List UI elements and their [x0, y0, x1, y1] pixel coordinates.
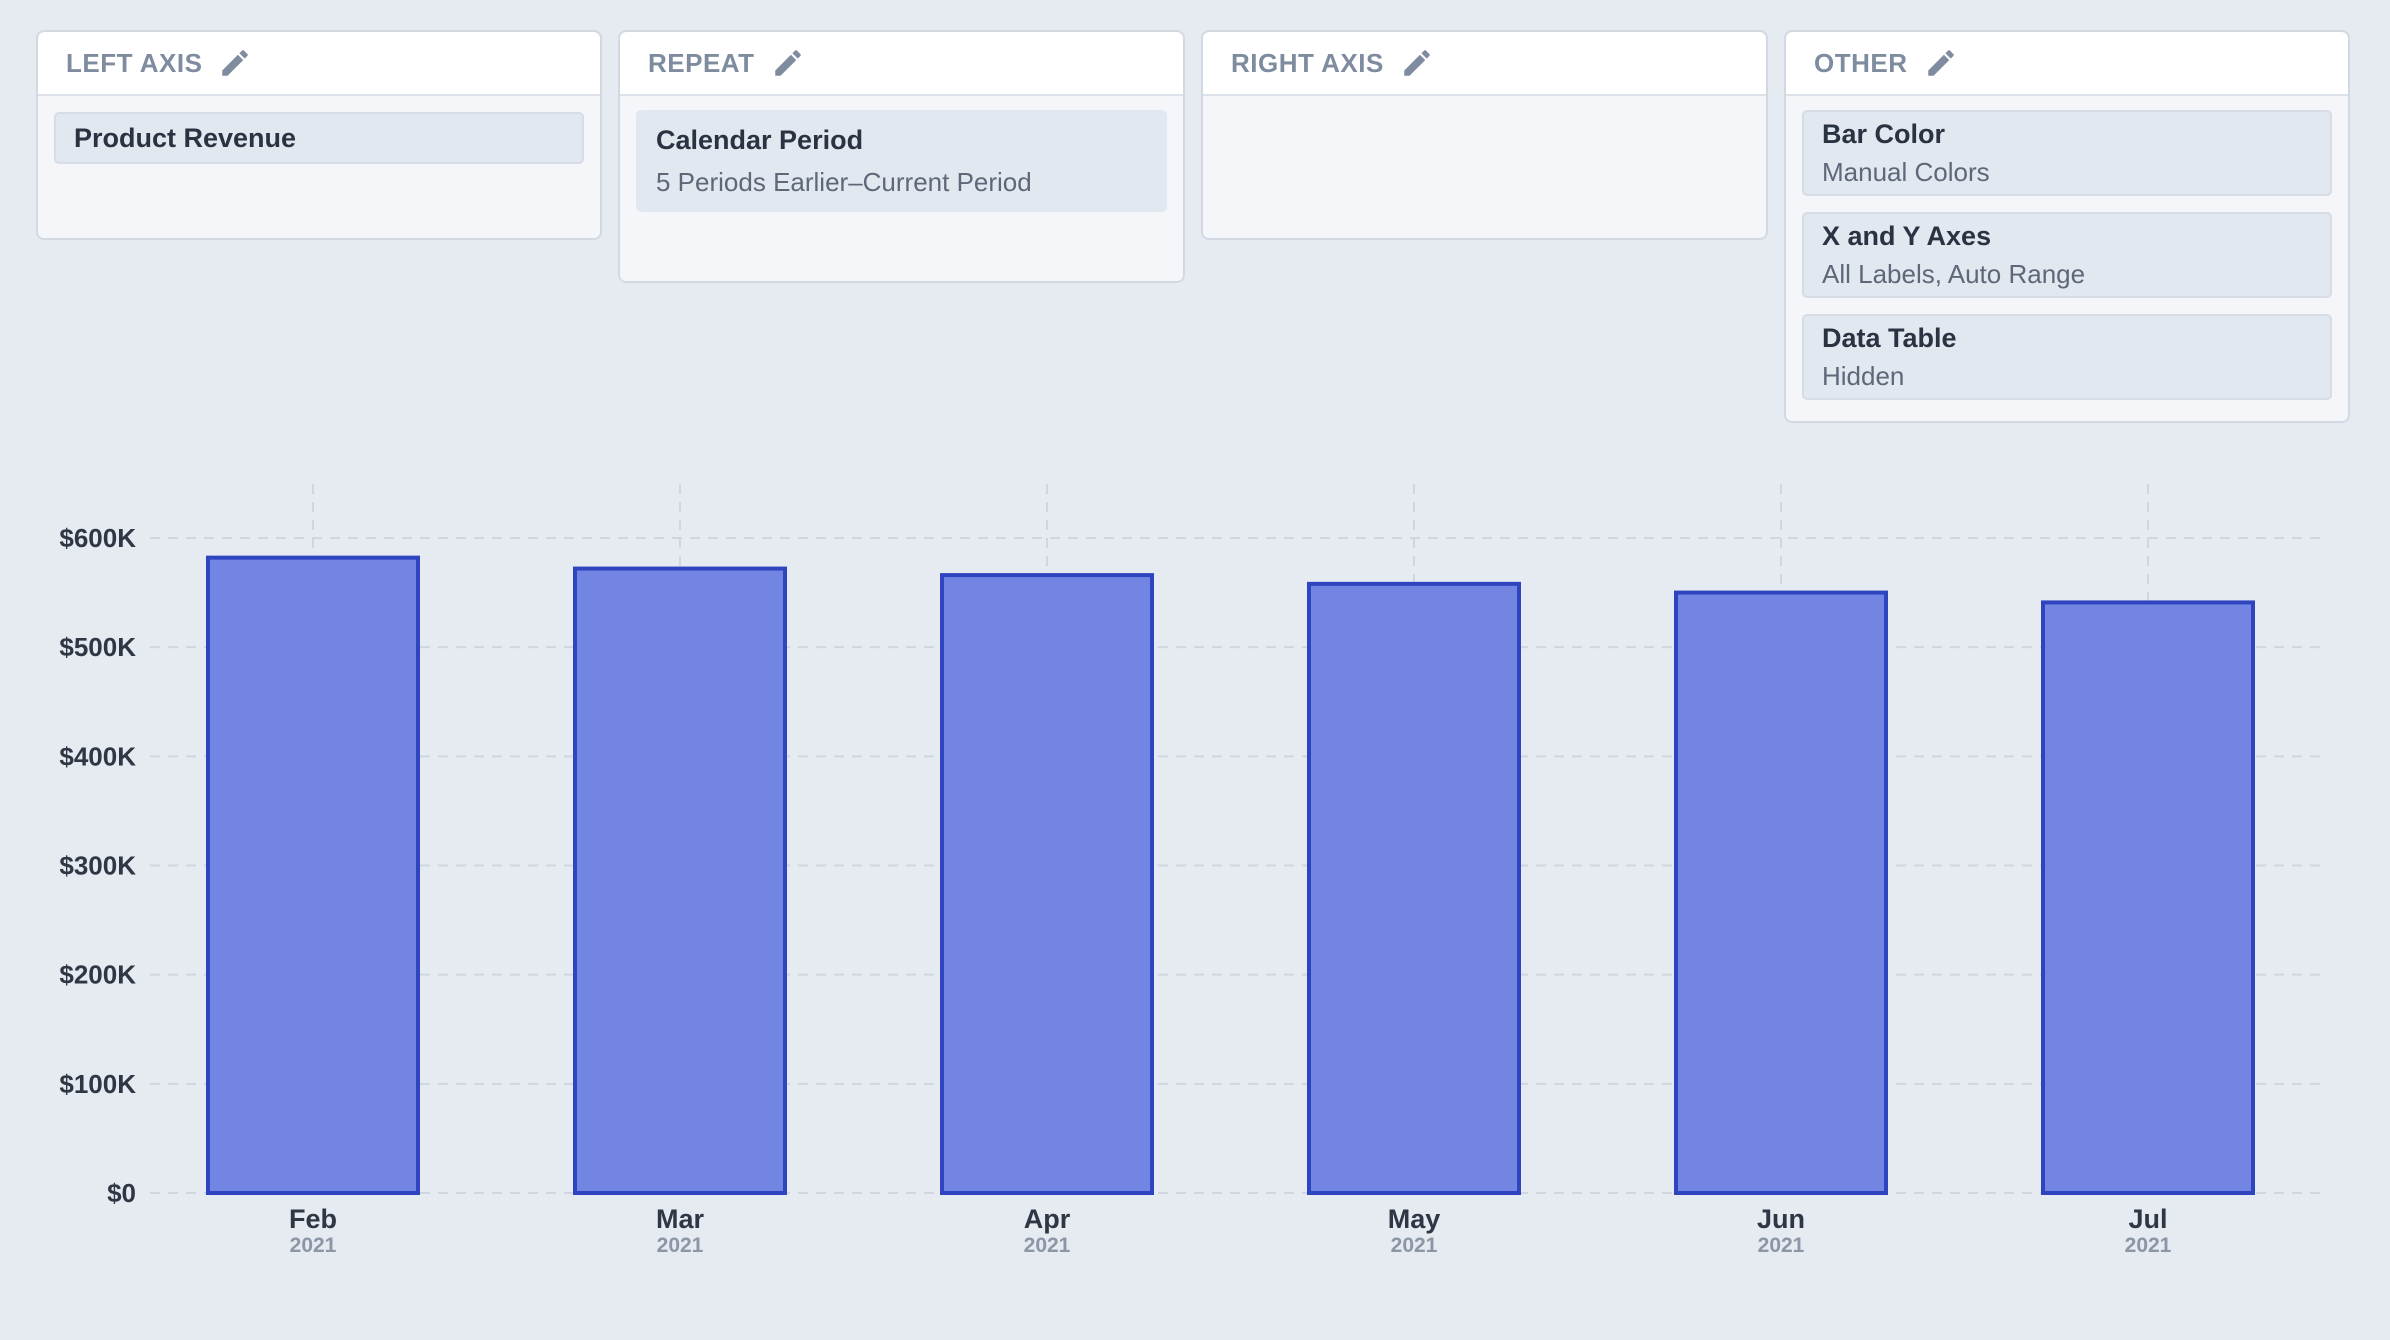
y-tick-label: $500K	[59, 632, 136, 662]
x-tick-label: Jul	[2128, 1204, 2167, 1234]
bar-feb[interactable]	[206, 555, 420, 1195]
x-tick-sublabel: 2021	[1391, 1234, 1438, 1257]
x-tick-label: Feb	[289, 1204, 337, 1234]
repeat-header-label: REPEAT	[648, 47, 755, 78]
other-item-subtitle: All Labels, Auto Range	[1822, 259, 2086, 289]
other-panel: OTHER Bar Color Manual Colors X and Y Ax…	[1784, 30, 2350, 423]
x-tick-label: Mar	[656, 1204, 705, 1234]
y-tick-label: $400K	[59, 741, 136, 771]
bar-jul[interactable]	[2041, 600, 2255, 1196]
other-item-title: Data Table	[1822, 323, 1957, 353]
repeat-panel: REPEAT Calendar Period 5 Periods Earlier…	[618, 30, 1185, 283]
left-axis-header-label: LEFT AXIS	[66, 47, 203, 78]
other-header: OTHER	[1786, 32, 2348, 96]
other-item-title: X and Y Axes	[1822, 221, 1992, 251]
x-tick-sublabel: 2021	[1758, 1234, 1805, 1257]
y-tick-label: $300K	[59, 851, 136, 881]
y-tick-label: $600K	[59, 523, 136, 553]
x-tick-label: Apr	[1024, 1204, 1071, 1234]
x-tick-label: Jun	[1757, 1204, 1805, 1234]
pencil-icon[interactable]	[218, 46, 252, 80]
left-axis-panel: LEFT AXIS Product Revenue	[36, 30, 602, 240]
other-item-x-and-y-axes[interactable]: X and Y Axes All Labels, Auto Range	[1802, 212, 2332, 298]
pencil-icon[interactable]	[1400, 46, 1434, 80]
x-tick-sublabel: 2021	[1024, 1234, 1071, 1257]
y-tick-label: $200K	[59, 960, 136, 990]
other-item-bar-color[interactable]: Bar Color Manual Colors	[1802, 110, 2332, 196]
repeat-item-title: Calendar Period	[656, 125, 864, 155]
pencil-icon[interactable]	[771, 46, 805, 80]
bar-may[interactable]	[1307, 581, 1521, 1196]
y-tick-label: $100K	[59, 1069, 136, 1099]
right-axis-panel: RIGHT AXIS	[1201, 30, 1768, 240]
repeat-item-subtitle: 5 Periods Earlier–Current Period	[656, 167, 1032, 197]
x-tick-sublabel: 2021	[290, 1234, 337, 1257]
bar-apr[interactable]	[940, 573, 1154, 1196]
other-item-subtitle: Hidden	[1822, 361, 1905, 391]
bar-jun[interactable]	[1674, 590, 1888, 1196]
repeat-item-calendar-period[interactable]: Calendar Period 5 Periods Earlier–Curren…	[636, 110, 1167, 212]
other-item-title: Bar Color	[1822, 119, 1946, 149]
left-axis-item-title: Product Revenue	[74, 123, 297, 153]
other-header-label: OTHER	[1814, 47, 1908, 78]
x-tick-label: May	[1388, 1204, 1441, 1234]
right-axis-header: RIGHT AXIS	[1203, 32, 1766, 96]
bar-mar[interactable]	[573, 566, 787, 1196]
bar-chart: $0$100K$200K$300K$400K$500K$600KFeb2021M…	[59, 484, 2320, 1257]
right-axis-header-label: RIGHT AXIS	[1231, 47, 1384, 78]
pencil-icon[interactable]	[1924, 46, 1958, 80]
other-item-subtitle: Manual Colors	[1822, 157, 1990, 187]
y-tick-label: $0	[107, 1178, 136, 1208]
repeat-header: REPEAT	[620, 32, 1183, 96]
x-tick-sublabel: 2021	[657, 1234, 704, 1257]
left-axis-header: LEFT AXIS	[38, 32, 600, 96]
left-axis-item-product-revenue[interactable]: Product Revenue	[54, 112, 584, 164]
x-tick-sublabel: 2021	[2125, 1234, 2172, 1257]
other-item-data-table[interactable]: Data Table Hidden	[1802, 314, 2332, 400]
